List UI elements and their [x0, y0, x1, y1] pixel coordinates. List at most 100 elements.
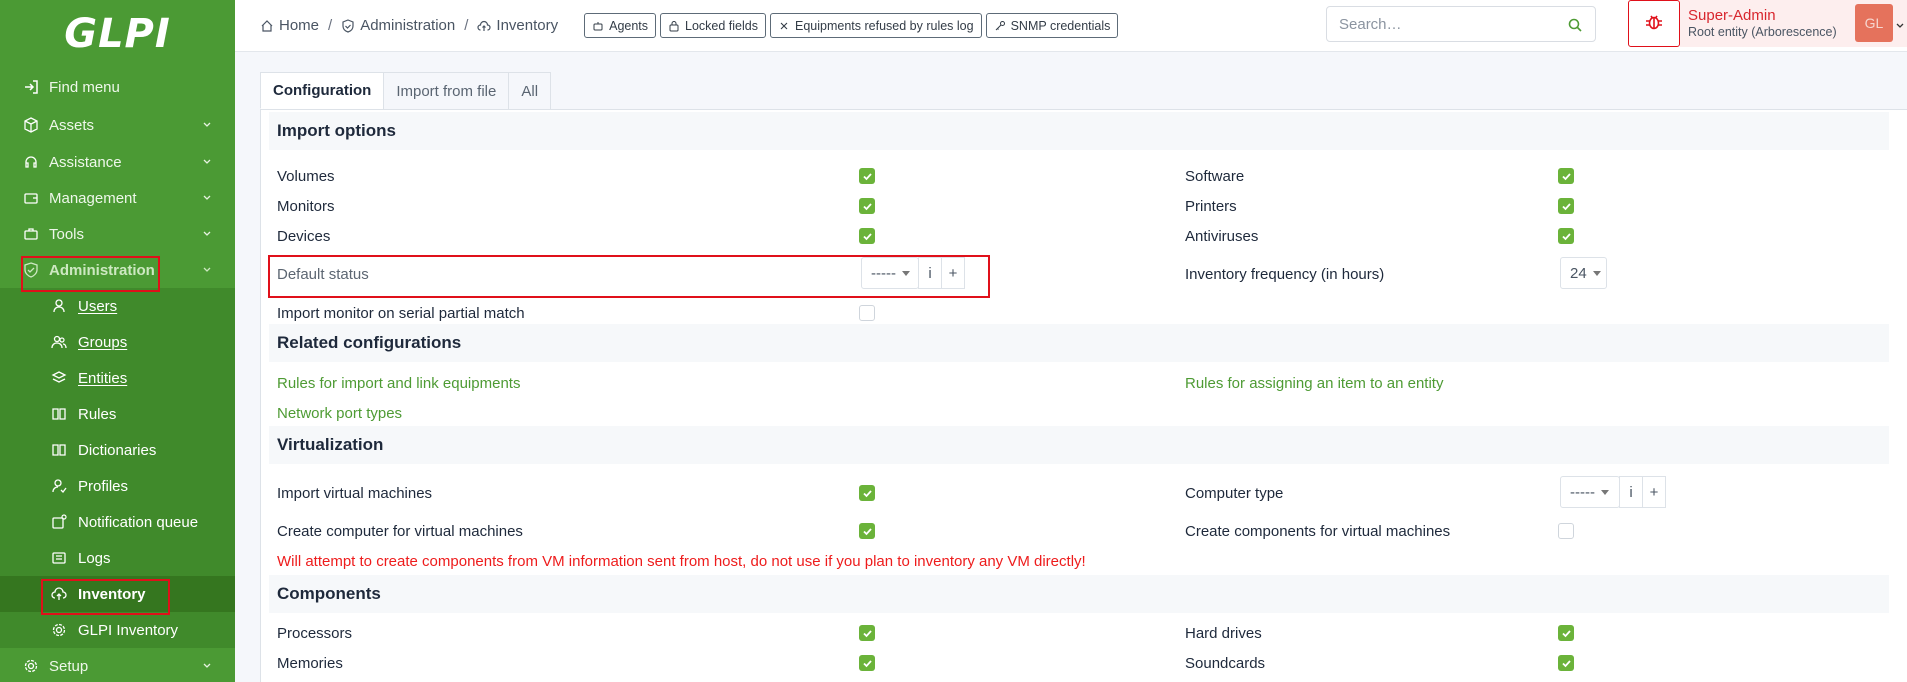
cloud-upload-icon — [477, 19, 491, 33]
label-memories: Memories — [277, 655, 343, 672]
sidebar-item-find-menu[interactable]: Find menu — [0, 69, 235, 105]
breadcrumb-label: Administration — [360, 17, 456, 34]
agents-button[interactable]: Agents — [584, 13, 657, 38]
book-icon — [50, 441, 68, 459]
sidebar-item-groups[interactable]: Groups — [0, 324, 235, 360]
sidebar-item-inventory[interactable]: Inventory — [0, 576, 235, 612]
button-label: Equipments refused by rules log — [795, 18, 974, 33]
snmp-credentials-button[interactable]: SNMP credentials — [985, 13, 1119, 38]
close-icon — [778, 20, 790, 32]
volumes-checkbox[interactable] — [859, 168, 875, 184]
home-icon — [260, 19, 274, 33]
software-checkbox[interactable] — [1558, 168, 1574, 184]
sidebar-item-entities[interactable]: Entities — [0, 360, 235, 396]
lock-icon — [668, 20, 680, 32]
search-input[interactable]: Search… — [1326, 6, 1596, 42]
label-inventory-frequency: Inventory frequency (in hours) — [1185, 266, 1385, 283]
monitors-checkbox[interactable] — [859, 198, 875, 214]
vm-warning-text: Will attempt to create components from V… — [277, 553, 1086, 570]
sidebar-item-glpi-inventory[interactable]: GLPI Inventory — [0, 612, 235, 648]
sidebar-item-assets[interactable]: Assets — [0, 107, 235, 143]
breadcrumb-label: Home — [279, 17, 320, 34]
tab-import-from-file[interactable]: Import from file — [383, 72, 510, 109]
breadcrumb: Home / Administration / Inventory — [260, 17, 558, 34]
create-computer-vm-checkbox[interactable] — [859, 523, 875, 539]
breadcrumb-separator: / — [464, 17, 469, 34]
button-label: SNMP credentials — [1010, 18, 1111, 33]
sidebar-item-users[interactable]: Users — [0, 288, 235, 324]
computer-type-select[interactable]: ----- — [1560, 476, 1620, 508]
sidebar-item-label: Users — [78, 297, 118, 315]
breadcrumb-inventory[interactable]: Inventory — [477, 17, 558, 34]
equipments-refused-button[interactable]: Equipments refused by rules log — [770, 13, 982, 38]
default-status-select[interactable]: ----- — [861, 257, 919, 289]
sidebar-item-assistance[interactable]: Assistance — [0, 144, 235, 180]
sidebar-item-dictionaries[interactable]: Dictionaries — [0, 432, 235, 468]
users-icon — [50, 333, 68, 351]
section-virtualization: Virtualization — [269, 426, 1889, 464]
soundcards-checkbox[interactable] — [1558, 655, 1574, 671]
label-devices: Devices — [277, 228, 331, 245]
sidebar-item-notification-queue[interactable]: Notification queue — [0, 504, 235, 540]
rules-import-link[interactable]: Rules for import and link equipments — [277, 375, 520, 392]
antiviruses-checkbox[interactable] — [1558, 228, 1574, 244]
chevron-down-icon — [201, 156, 213, 168]
sidebar-item-logs[interactable]: Logs — [0, 540, 235, 576]
sidebar-item-administration[interactable]: Administration — [0, 252, 235, 288]
locked-fields-button[interactable]: Locked fields — [660, 13, 766, 38]
caret-down-icon — [1592, 270, 1601, 276]
sidebar-item-rules[interactable]: Rules — [0, 396, 235, 432]
sidebar-item-label: Notification queue — [78, 513, 199, 531]
select-value: ----- — [871, 264, 896, 282]
chevron-down-icon — [201, 264, 213, 276]
sidebar-item-label: Groups — [78, 333, 128, 351]
processors-checkbox[interactable] — [859, 625, 875, 641]
chevron-down-icon — [201, 660, 213, 672]
tab-bar: Configuration Import from file All — [260, 72, 552, 109]
header-action-buttons: Agents Locked fields Equipments refused … — [584, 13, 1119, 38]
sidebar-item-profiles[interactable]: Profiles — [0, 468, 235, 504]
breadcrumb-label: Inventory — [496, 17, 559, 34]
import-monitor-serial-checkbox[interactable] — [859, 305, 875, 321]
computer-type-info-button[interactable]: i — [1619, 476, 1643, 508]
import-vm-checkbox[interactable] — [859, 485, 875, 501]
cloud-upload-icon — [50, 585, 68, 603]
tab-configuration[interactable]: Configuration — [260, 72, 385, 109]
sidebar-item-label: Dictionaries — [78, 441, 157, 459]
chevron-down-icon[interactable] — [1895, 18, 1905, 28]
default-status-info-button[interactable]: i — [918, 257, 942, 289]
label-antiviruses: Antiviruses — [1185, 228, 1259, 245]
computer-type-add-button[interactable]: + — [1642, 476, 1666, 508]
label-soundcards: Soundcards — [1185, 655, 1266, 672]
sidebar-item-setup[interactable]: Setup — [0, 648, 235, 682]
label-default-status: Default status — [277, 266, 369, 283]
sidebar-item-label: Assistance — [49, 153, 122, 171]
avatar[interactable]: GL — [1855, 4, 1893, 42]
sidebar-item-label: Assets — [49, 116, 95, 134]
rules-entity-link[interactable]: Rules for assigning an item to an entity — [1185, 375, 1443, 392]
debug-mode-button[interactable] — [1628, 0, 1680, 47]
search-icon[interactable] — [1567, 17, 1583, 33]
label-create-computer-vm: Create computer for virtual machines — [277, 523, 523, 540]
section-components: Components — [269, 575, 1889, 613]
network-port-types-link[interactable]: Network port types — [277, 405, 402, 422]
breadcrumb-home[interactable]: Home — [260, 17, 319, 34]
sidebar-item-tools[interactable]: Tools — [0, 216, 235, 252]
printers-checkbox[interactable] — [1558, 198, 1574, 214]
memories-checkbox[interactable] — [859, 655, 875, 671]
hard-drives-checkbox[interactable] — [1558, 625, 1574, 641]
devices-checkbox[interactable] — [859, 228, 875, 244]
sidebar-item-management[interactable]: Management — [0, 180, 235, 216]
configuration-panel: Import options Volumes Software Monitors… — [260, 109, 1907, 682]
breadcrumb-administration[interactable]: Administration — [341, 17, 455, 34]
create-components-vm-checkbox[interactable] — [1558, 523, 1574, 539]
sidebar-item-label: Setup — [49, 657, 89, 675]
inventory-frequency-select[interactable]: 24 — [1560, 257, 1607, 289]
user-entity: Root entity (Arborescence) — [1688, 25, 1837, 39]
default-status-add-button[interactable]: + — [941, 257, 965, 289]
glpi-logo[interactable]: GLPI — [0, 0, 235, 68]
tab-all[interactable]: All — [508, 72, 552, 109]
sidebar: GLPI Find menu Assets Assistance Managem… — [0, 0, 235, 682]
robot-icon — [592, 20, 604, 32]
sidebar-item-label: Find menu — [49, 78, 120, 96]
